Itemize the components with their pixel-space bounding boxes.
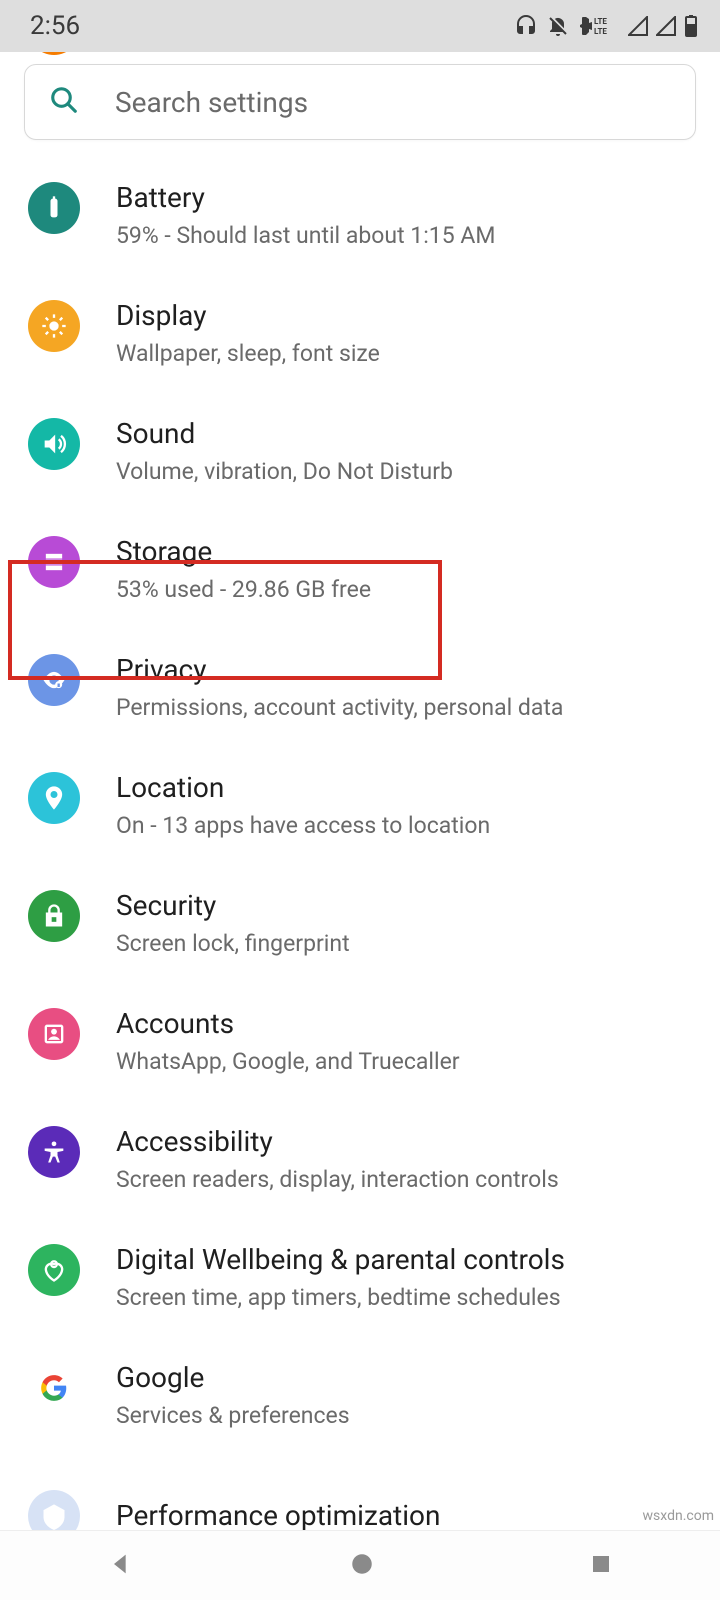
settings-item-google[interactable]: Google Services & preferences	[0, 1338, 720, 1456]
settings-item-storage[interactable]: Storage 53% used - 29.86 GB free	[0, 512, 720, 630]
navigation-bar	[0, 1530, 720, 1600]
privacy-title: Privacy	[116, 652, 563, 687]
watermark-text: wsxdn.com	[643, 1508, 714, 1524]
settings-item-security[interactable]: Security Screen lock, fingerprint	[0, 866, 720, 984]
sound-item-icon	[28, 418, 80, 470]
settings-item-accessibility[interactable]: Accessibility Screen readers, display, i…	[0, 1102, 720, 1220]
accounts-item-icon	[28, 1008, 80, 1060]
battery-icon	[684, 14, 698, 38]
settings-item-accounts[interactable]: Accounts WhatsApp, Google, and Truecalle…	[0, 984, 720, 1102]
wellbeing-title: Digital Wellbeing & parental controls	[116, 1242, 565, 1277]
apps-icon	[28, 52, 80, 55]
accessibility-item-icon	[28, 1126, 80, 1178]
dnd-icon	[546, 14, 570, 38]
storage-item-icon	[28, 536, 80, 588]
display-sub: Wallpaper, sleep, font size	[116, 339, 380, 369]
accessibility-title: Accessibility	[116, 1124, 559, 1159]
settings-list: Battery 59% - Should last until about 1:…	[0, 158, 720, 1530]
storage-sub: 53% used - 29.86 GB free	[116, 575, 371, 605]
google-item-icon	[28, 1362, 80, 1414]
security-title: Security	[116, 888, 350, 923]
settings-content: Apps & notifications Search settings Bat…	[0, 52, 720, 1530]
signal-2-icon	[656, 16, 676, 36]
battery-sub: 59% - Should last until about 1:15 AM	[116, 221, 495, 251]
battery-item-icon	[28, 182, 80, 234]
google-title: Google	[116, 1360, 350, 1395]
nav-back-button[interactable]	[107, 1550, 135, 1582]
privacy-item-icon	[28, 654, 80, 706]
svg-text:LTE: LTE	[594, 27, 607, 36]
status-icons: LTELTE	[514, 14, 698, 38]
location-sub: On - 13 apps have access to location	[116, 811, 490, 841]
sound-sub: Volume, vibration, Do Not Disturb	[116, 457, 453, 487]
signal-1-icon	[628, 16, 648, 36]
nav-home-button[interactable]	[349, 1551, 375, 1581]
display-item-icon	[28, 300, 80, 352]
display-title: Display	[116, 298, 380, 333]
settings-item-apps-partial[interactable]: Apps & notifications	[0, 52, 720, 64]
location-item-icon	[28, 772, 80, 824]
settings-item-battery[interactable]: Battery 59% - Should last until about 1:…	[0, 158, 720, 276]
accessibility-sub: Screen readers, display, interaction con…	[116, 1165, 559, 1195]
status-time: 2:56	[30, 11, 80, 41]
settings-item-wellbeing[interactable]: Digital Wellbeing & parental controls Sc…	[0, 1220, 720, 1338]
search-icon	[49, 85, 79, 119]
sound-title: Sound	[116, 416, 453, 451]
nav-recent-button[interactable]	[589, 1552, 613, 1580]
status-bar: 2:56 LTELTE	[0, 0, 720, 52]
headset-icon	[514, 14, 538, 38]
settings-item-display[interactable]: Display Wallpaper, sleep, font size	[0, 276, 720, 394]
security-item-icon	[28, 890, 80, 942]
svg-text:LTE: LTE	[594, 17, 607, 26]
wellbeing-sub: Screen time, app timers, bedtime schedul…	[116, 1283, 565, 1313]
accounts-title: Accounts	[116, 1006, 460, 1041]
google-sub: Services & preferences	[116, 1401, 350, 1431]
location-title: Location	[116, 770, 490, 805]
battery-title: Battery	[116, 180, 495, 215]
search-placeholder: Search settings	[115, 86, 308, 119]
settings-item-privacy[interactable]: Privacy Permissions, account activity, p…	[0, 630, 720, 748]
privacy-sub: Permissions, account activity, personal …	[116, 693, 563, 723]
settings-item-sound[interactable]: Sound Volume, vibration, Do Not Disturb	[0, 394, 720, 512]
performance-title: Performance optimization	[116, 1498, 440, 1531]
settings-item-performance[interactable]: Performance optimization	[0, 1456, 720, 1530]
wellbeing-item-icon	[28, 1244, 80, 1296]
search-settings-bar[interactable]: Search settings	[24, 64, 696, 140]
settings-item-location[interactable]: Location On - 13 apps have access to loc…	[0, 748, 720, 866]
security-sub: Screen lock, fingerprint	[116, 929, 350, 959]
performance-item-icon	[28, 1490, 80, 1530]
volte-icon: LTELTE	[578, 14, 620, 38]
storage-title: Storage	[116, 534, 371, 569]
accounts-sub: WhatsApp, Google, and Truecaller	[116, 1047, 460, 1077]
